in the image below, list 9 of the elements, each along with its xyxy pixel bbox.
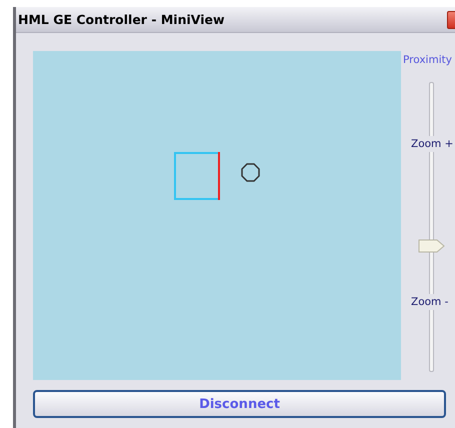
view-frame-drawing	[174, 152, 221, 200]
slider-label: Zoom -	[411, 294, 448, 310]
slider-title: Proximity	[403, 54, 452, 66]
window-title: HML GE Controller - MiniView	[17, 12, 225, 27]
slider-thumb[interactable]	[418, 239, 445, 254]
marker-icon	[241, 163, 260, 182]
slider-label: Zoom +	[411, 136, 454, 152]
disconnect-button[interactable]: Disconnect	[33, 390, 446, 418]
zoom-slider[interactable]: Zoom + Zoom -	[403, 82, 453, 372]
